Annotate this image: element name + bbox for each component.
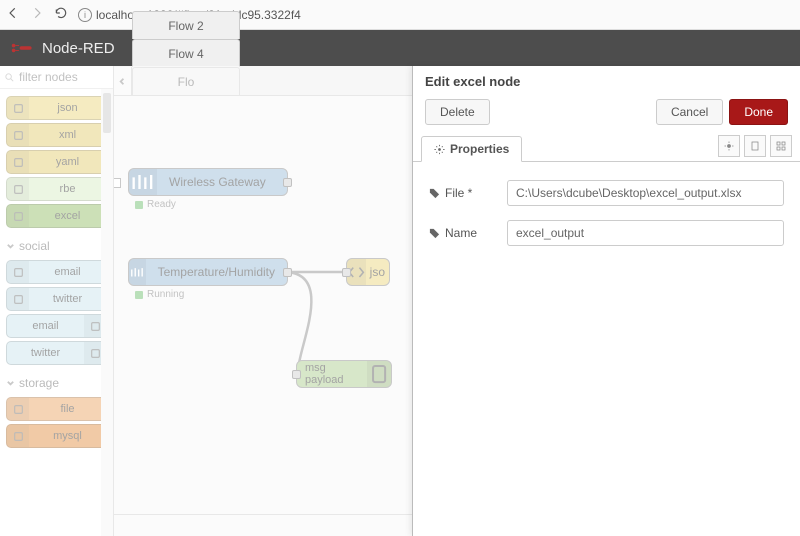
palette-scrollbar[interactable] bbox=[101, 89, 113, 536]
palette-node-json[interactable]: json bbox=[6, 96, 107, 120]
nodered-logo-icon bbox=[10, 41, 34, 55]
node-status: Ready bbox=[135, 199, 176, 210]
node-info-button[interactable] bbox=[744, 135, 766, 157]
chevron-down-icon bbox=[6, 242, 15, 251]
file-input[interactable] bbox=[507, 180, 784, 206]
edit-node-tray: Edit excel node Delete Cancel Done Prope… bbox=[412, 66, 800, 536]
browser-toolbar: i localhost:1880/#flow/21addc95.3322f4 bbox=[0, 0, 800, 30]
tag-icon bbox=[429, 188, 440, 199]
doc-icon bbox=[749, 140, 761, 152]
node-type-icon bbox=[7, 97, 29, 119]
info-icon: i bbox=[78, 8, 92, 22]
palette-node-twitter[interactable]: twitter bbox=[6, 287, 107, 311]
node-port-out[interactable] bbox=[283, 268, 292, 277]
palette-node-rbe[interactable]: rbe bbox=[6, 177, 107, 201]
done-button[interactable]: Done bbox=[729, 99, 788, 125]
app-header: Node-RED bbox=[0, 30, 800, 66]
node-type-icon bbox=[7, 288, 29, 310]
node-settings-button[interactable] bbox=[718, 135, 740, 157]
flow-tab[interactable]: Flo bbox=[132, 67, 240, 95]
tab-properties[interactable]: Properties bbox=[421, 136, 522, 162]
palette-sidebar: json xml yaml rbe excel social email twitter e… bbox=[0, 66, 114, 536]
node-type-icon bbox=[7, 178, 29, 200]
palette-node-excel[interactable]: excel bbox=[6, 204, 107, 228]
palette-node-file[interactable]: file bbox=[6, 397, 107, 421]
grid-icon bbox=[775, 140, 787, 152]
flow-tab[interactable]: Flow 4 bbox=[132, 39, 240, 67]
gear-icon bbox=[723, 140, 735, 152]
tag-icon bbox=[429, 228, 440, 239]
debug-icon bbox=[367, 361, 391, 387]
node-type-icon bbox=[7, 124, 29, 146]
radio-icon bbox=[129, 259, 146, 285]
node-type-icon bbox=[7, 205, 29, 227]
palette-search[interactable] bbox=[0, 66, 113, 89]
palette-category-storage[interactable]: storage bbox=[0, 368, 113, 394]
node-status: Running bbox=[135, 289, 184, 300]
palette-node-twitter[interactable]: twitter bbox=[6, 341, 107, 365]
palette-node-yaml[interactable]: yaml bbox=[6, 150, 107, 174]
app-title: Node-RED bbox=[42, 40, 115, 57]
back-icon[interactable] bbox=[6, 6, 20, 23]
palette-node-mysql[interactable]: mysql bbox=[6, 424, 107, 448]
chevron-down-icon bbox=[6, 379, 15, 388]
node-msg-payload[interactable]: msg payload bbox=[296, 360, 392, 388]
delete-button[interactable]: Delete bbox=[425, 99, 490, 125]
node-temperature-humidity[interactable]: Temperature/Humidity Running bbox=[128, 258, 288, 286]
node-type-icon bbox=[7, 398, 29, 420]
node-type-icon bbox=[7, 151, 29, 173]
palette-node-email[interactable]: email bbox=[6, 314, 107, 338]
radio-icon bbox=[129, 169, 157, 195]
tabs-scroll-left[interactable] bbox=[114, 67, 132, 95]
node-type-icon bbox=[7, 261, 29, 283]
node-json[interactable]: jso bbox=[346, 258, 390, 286]
node-port-out[interactable] bbox=[283, 178, 292, 187]
flow-tab[interactable]: Flow 2 bbox=[132, 11, 240, 39]
search-icon bbox=[4, 72, 15, 83]
palette-search-input[interactable] bbox=[19, 70, 89, 84]
reload-icon[interactable] bbox=[54, 6, 68, 23]
node-appearance-button[interactable] bbox=[770, 135, 792, 157]
node-port-in[interactable] bbox=[292, 370, 301, 379]
node-port-in[interactable] bbox=[342, 268, 351, 277]
name-label: Name bbox=[429, 226, 499, 240]
palette-category-social[interactable]: social bbox=[0, 231, 113, 257]
gear-icon bbox=[434, 144, 445, 155]
node-wireless-gateway[interactable]: Wireless Gateway Ready bbox=[128, 168, 288, 196]
node-type-icon bbox=[7, 425, 29, 447]
file-label: File * bbox=[429, 186, 499, 200]
cancel-button[interactable]: Cancel bbox=[656, 99, 723, 125]
name-input[interactable] bbox=[507, 220, 784, 246]
palette-node-xml[interactable]: xml bbox=[6, 123, 107, 147]
tray-title: Edit excel node bbox=[413, 66, 800, 95]
forward-icon[interactable] bbox=[30, 6, 44, 23]
palette-node-email[interactable]: email bbox=[6, 260, 107, 284]
node-select-handle[interactable] bbox=[114, 178, 121, 188]
